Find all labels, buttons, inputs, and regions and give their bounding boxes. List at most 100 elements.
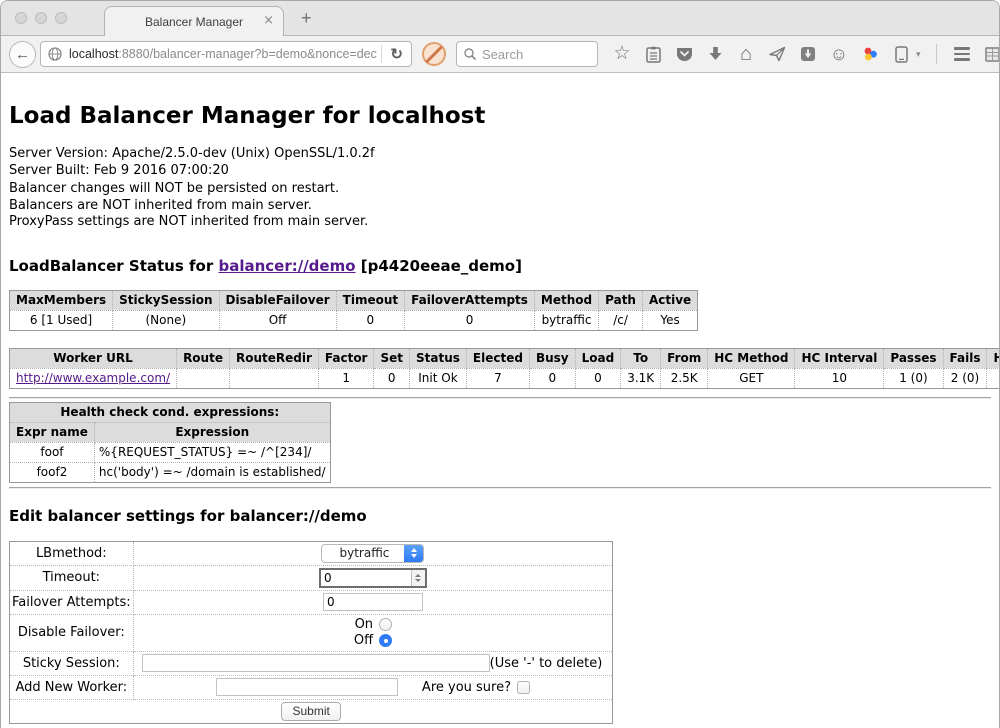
sticky-session-hint: (Use '-' to delete): [490, 656, 603, 671]
cell-expression: %{REQUEST_STATUS} =~ /^[234]/: [94, 442, 330, 462]
submit-button[interactable]: Submit: [281, 702, 340, 721]
cell-stickysession: (None): [113, 310, 219, 330]
select-stepper-icon: [404, 545, 423, 562]
cell-busy: 0: [529, 368, 575, 388]
add-worker-value-cell: Are you sure?: [133, 675, 613, 699]
reload-icon[interactable]: ↻: [386, 45, 407, 63]
zoom-window-button[interactable]: [55, 12, 67, 24]
cell-status: Init Ok: [410, 368, 467, 388]
cell-expr-name: foof2: [10, 462, 95, 482]
timeout-value-cell: [133, 565, 613, 590]
column-header: Factor: [318, 348, 374, 368]
new-tab-button[interactable]: +: [301, 8, 312, 29]
form-row-failover-attempts: Failover Attempts:: [10, 590, 613, 614]
server-built-line: Server Built: Feb 9 2016 07:00:20: [9, 163, 991, 180]
home-icon[interactable]: ⌂: [736, 43, 756, 65]
failover-attempts-input[interactable]: [323, 593, 423, 611]
bookmark-star-icon[interactable]: ☆: [612, 43, 632, 65]
url-text[interactable]: localhost:8880/balancer-manager?b=demo&n…: [69, 47, 377, 61]
cell-set: 0: [374, 368, 410, 388]
tab-bar: Balancer Manager × +: [1, 1, 999, 36]
chevron-down-icon[interactable]: ▾: [916, 49, 921, 60]
add-worker-input[interactable]: [216, 678, 398, 696]
are-you-sure-checkbox[interactable]: [517, 681, 530, 694]
status-heading-prefix: LoadBalancer Status for: [9, 257, 218, 275]
radio-off-button[interactable]: [379, 634, 392, 647]
reading-list-icon[interactable]: [643, 43, 663, 65]
cell-passes: 1 (0): [884, 368, 943, 388]
column-header: Timeout: [336, 290, 404, 310]
table-caption-row: Health check cond. expressions:: [10, 402, 331, 422]
column-header: Worker URL: [10, 348, 177, 368]
form-row-submit: Submit: [10, 699, 613, 723]
submit-cell: Submit: [10, 699, 613, 723]
column-header: HC Method: [708, 348, 795, 368]
cell-timeout: 0: [336, 310, 404, 330]
column-header: RouteRedir: [229, 348, 318, 368]
page-title: Load Balancer Manager for localhost: [9, 103, 991, 130]
table-header-row: MaxMembers StickySession DisableFailover…: [10, 290, 698, 310]
sticky-session-value-cell: (Use '-' to delete): [133, 651, 613, 675]
url-path: :8880/balancer-manager?b=demo&nonce=decc…: [118, 47, 377, 61]
device-sync-icon[interactable]: [891, 43, 911, 65]
worker-url-link[interactable]: http://www.example.com/: [16, 371, 170, 385]
feedback-smiley-icon[interactable]: ☺: [829, 43, 849, 65]
back-button[interactable]: ←: [9, 41, 36, 68]
save-to-device-icon[interactable]: [798, 43, 818, 65]
radio-on-label: On: [355, 617, 373, 632]
minimize-window-button[interactable]: [35, 12, 47, 24]
sticky-session-input[interactable]: [142, 654, 490, 672]
cell-worker-url: http://www.example.com/: [10, 368, 177, 388]
tab-balancer-manager[interactable]: Balancer Manager ×: [104, 6, 284, 37]
downloads-icon[interactable]: [705, 43, 725, 65]
url-bar[interactable]: localhost:8880/balancer-manager?b=demo&n…: [40, 41, 412, 67]
send-icon[interactable]: [767, 43, 787, 65]
health-table-caption: Health check cond. expressions:: [10, 402, 331, 422]
server-version-line: Server Version: Apache/2.5.0-dev (Unix) …: [9, 146, 991, 163]
number-spinner-icon[interactable]: [411, 570, 425, 586]
radio-on-button[interactable]: [379, 618, 392, 631]
notice-line: ProxyPass settings are NOT inherited fro…: [9, 214, 991, 231]
column-header: Active: [642, 290, 697, 310]
column-header: Elected: [466, 348, 529, 368]
cell-expr-name: foof: [10, 442, 95, 462]
back-icon: ←: [15, 46, 30, 63]
newsfeed-grid-icon[interactable]: [983, 43, 1000, 65]
menu-icon[interactable]: [952, 43, 972, 65]
browser-window: Balancer Manager × + ← localhost:8880/ba…: [0, 0, 1000, 728]
column-header: Load: [575, 348, 621, 368]
cell-path: /c/: [599, 310, 643, 330]
tab-title: Balancer Manager: [145, 15, 243, 29]
cell-method: bytraffic: [534, 310, 598, 330]
site-identity-globe-icon[interactable]: [45, 43, 65, 65]
column-header: StickySession: [113, 290, 219, 310]
loadbalancer-status-heading: LoadBalancer Status for balancer://demo …: [9, 257, 991, 275]
radio-option-on[interactable]: On: [354, 617, 392, 633]
radio-option-off[interactable]: Off: [354, 633, 392, 649]
tab-close-icon[interactable]: ×: [263, 14, 274, 28]
cell-failoverattempts: 0: [405, 310, 535, 330]
content-blocker-icon[interactable]: [422, 42, 446, 66]
search-bar[interactable]: [456, 41, 598, 67]
search-input[interactable]: [482, 47, 591, 62]
balancer-demo-link[interactable]: balancer://demo: [218, 257, 355, 275]
timeout-input-wrapper: [319, 568, 427, 588]
lbmethod-select[interactable]: bytraffic: [321, 544, 424, 563]
status-heading-suffix: [p4420eeae_demo]: [356, 257, 522, 275]
close-window-button[interactable]: [15, 12, 27, 24]
form-row-add-worker: Add New Worker: Are you sure?: [10, 675, 613, 699]
column-header: HC uri: [987, 348, 999, 368]
edit-balancer-heading: Edit balancer settings for balancer://de…: [9, 507, 991, 525]
pocket-icon[interactable]: [674, 43, 694, 65]
timeout-input[interactable]: [321, 570, 411, 586]
balancer-status-table: MaxMembers StickySession DisableFailover…: [9, 290, 698, 331]
disable-failover-radio-group: On Off: [354, 617, 392, 649]
sticky-session-label: Sticky Session:: [10, 651, 134, 675]
notice-line: Balancer changes will NOT be persisted o…: [9, 181, 991, 198]
are-you-sure-group: Are you sure?: [422, 680, 530, 695]
column-header: DisableFailover: [219, 290, 336, 310]
colorful-extension-icon[interactable]: [860, 43, 880, 65]
toolbar-separator: [936, 44, 937, 64]
add-worker-label: Add New Worker:: [10, 675, 134, 699]
column-header: Expr name: [10, 422, 95, 442]
